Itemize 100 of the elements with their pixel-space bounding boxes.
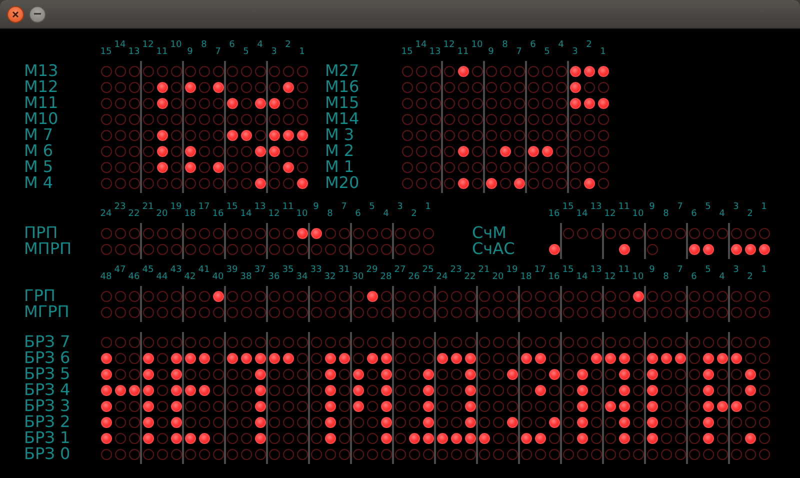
bit-number: 12 xyxy=(604,209,616,219)
bit-number: 40 xyxy=(212,272,224,282)
bit-number: 14 xyxy=(114,40,126,50)
bit-number: 27 xyxy=(394,265,406,275)
register-label: М 2 xyxy=(325,143,356,159)
bit-number: 11 xyxy=(282,202,294,212)
bit-number: 15 xyxy=(562,202,574,212)
bit-number: 44 xyxy=(156,272,168,282)
bit-number: 42 xyxy=(184,272,196,282)
bit-number: 37 xyxy=(254,265,266,275)
minimize-button[interactable] xyxy=(29,6,46,22)
bit-number: 5 xyxy=(243,47,249,57)
bit-number: 7 xyxy=(215,47,221,57)
bit-number: 13 xyxy=(590,265,602,275)
bit-number: 23 xyxy=(114,202,126,212)
register-label: М 4 xyxy=(24,175,54,191)
bit-number: 22 xyxy=(128,209,140,219)
bit-number: 26 xyxy=(408,272,420,282)
bit-number: 22 xyxy=(464,272,476,282)
bit-number: 16 xyxy=(548,209,560,219)
bit-number: 8 xyxy=(201,40,207,50)
register-label: СчМ xyxy=(472,225,508,241)
bit-number: 9 xyxy=(313,202,319,212)
bit-number: 33 xyxy=(310,265,322,275)
bit-number: 6 xyxy=(530,40,536,50)
bit-number: 17 xyxy=(198,202,210,212)
bit-number: 2 xyxy=(747,209,753,219)
bit-number: 18 xyxy=(184,209,196,219)
bit-number: 48 xyxy=(100,272,112,282)
register-label: М27 xyxy=(325,63,360,79)
bit-number: 11 xyxy=(618,265,630,275)
bit-number: 6 xyxy=(229,40,235,50)
bit-number: 14 xyxy=(576,209,588,219)
bit-number: 12 xyxy=(142,40,154,50)
bit-number: 8 xyxy=(663,272,669,282)
register-label: БРЗ 1 xyxy=(24,430,72,446)
bit-number: 1 xyxy=(761,265,767,275)
register-label: М14 xyxy=(325,111,360,127)
bit-number: 18 xyxy=(520,272,532,282)
bit-number: 9 xyxy=(488,47,494,57)
bit-number: 3 xyxy=(733,202,739,212)
bit-number: 29 xyxy=(366,265,378,275)
bit-number: 3 xyxy=(271,47,277,57)
bit-number: 28 xyxy=(380,272,392,282)
bit-number: 16 xyxy=(212,209,224,219)
register-label: МПРП xyxy=(24,241,73,257)
bit-number: 16 xyxy=(548,272,560,282)
bit-number: 10 xyxy=(632,272,644,282)
bit-number: 12 xyxy=(443,40,455,50)
bit-number: 13 xyxy=(590,202,602,212)
bit-number: 8 xyxy=(327,209,333,219)
bit-number: 19 xyxy=(170,202,182,212)
bit-number: 4 xyxy=(719,209,725,219)
bit-number: 21 xyxy=(142,202,154,212)
minimize-icon xyxy=(34,13,41,15)
bit-number: 15 xyxy=(100,47,112,57)
register-label: М 7 xyxy=(24,127,54,143)
bit-number: 4 xyxy=(257,40,263,50)
bit-number: 1 xyxy=(600,47,606,57)
bit-number: 2 xyxy=(285,40,291,50)
bit-number: 17 xyxy=(534,265,546,275)
bit-number: 39 xyxy=(226,265,238,275)
register-label: М15 xyxy=(325,95,360,111)
bit-number: 1 xyxy=(761,202,767,212)
bit-number: 45 xyxy=(142,265,154,275)
bit-number: 15 xyxy=(562,265,574,275)
bit-number: 11 xyxy=(618,202,630,212)
bit-number: 12 xyxy=(268,209,280,219)
bit-number: 6 xyxy=(691,272,697,282)
bit-number: 11 xyxy=(457,47,469,57)
bit-number: 3 xyxy=(733,265,739,275)
bit-number: 47 xyxy=(114,265,126,275)
register-label: БРЗ 0 xyxy=(24,446,72,462)
register-label: ПРП xyxy=(24,225,59,241)
bit-number: 20 xyxy=(492,272,504,282)
bit-number: 41 xyxy=(198,265,210,275)
bit-number: 10 xyxy=(296,209,308,219)
bit-number: 13 xyxy=(429,47,441,57)
bit-number: 14 xyxy=(415,40,427,50)
bit-number: 19 xyxy=(506,265,518,275)
register-label: БРЗ 7 xyxy=(24,334,72,350)
bit-number: 35 xyxy=(282,265,294,275)
bit-number: 24 xyxy=(100,209,112,219)
register-label: М 1 xyxy=(325,159,356,175)
register-label: М 3 xyxy=(325,127,356,143)
bit-number: 10 xyxy=(471,40,483,50)
register-label: М 5 xyxy=(24,159,54,175)
bit-number: 38 xyxy=(240,272,252,282)
bit-number: 15 xyxy=(401,47,413,57)
bit-number: 5 xyxy=(705,202,711,212)
register-label: СчАС xyxy=(472,241,516,257)
register-label: БРЗ 5 xyxy=(24,366,72,382)
bit-number: 8 xyxy=(502,40,508,50)
close-button[interactable] xyxy=(7,6,24,22)
register-label: БРЗ 6 xyxy=(24,350,72,366)
bit-number: 4 xyxy=(383,209,389,219)
bit-number: 34 xyxy=(296,272,308,282)
register-label: М16 xyxy=(325,79,360,95)
bit-number: 36 xyxy=(268,272,280,282)
bit-number: 9 xyxy=(649,202,655,212)
